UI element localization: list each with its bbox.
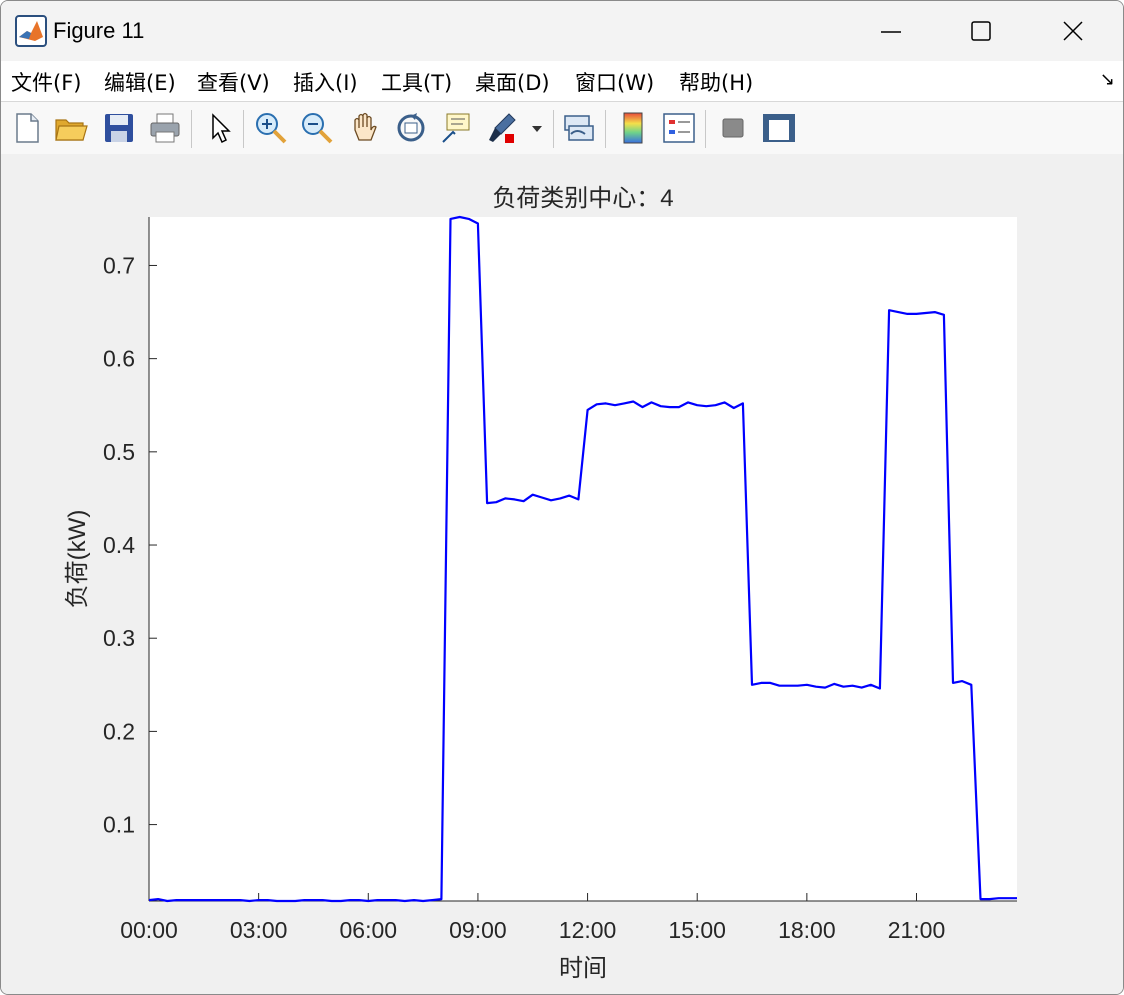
toolbar-separator <box>243 110 244 148</box>
maximize-button[interactable] <box>941 9 1021 53</box>
menu-insert[interactable]: 插入(I) <box>293 67 358 97</box>
open-folder-icon[interactable] <box>53 110 89 146</box>
x-tick-label: 18:00 <box>778 917 836 943</box>
y-tick-label: 0.1 <box>103 812 135 838</box>
toolbar-separator <box>605 110 606 148</box>
menu-edit[interactable]: 编辑(E) <box>104 67 176 97</box>
y-axis-label: 负荷(kW) <box>64 510 91 609</box>
chevron-down-icon[interactable] <box>529 110 545 146</box>
colorbar-icon[interactable] <box>615 110 651 146</box>
x-tick-label: 03:00 <box>230 917 288 943</box>
new-file-icon[interactable] <box>9 110 45 146</box>
y-tick-label: 0.7 <box>103 252 135 278</box>
dock-arrow-icon[interactable]: ↘ <box>1100 69 1115 90</box>
y-tick-label: 0.2 <box>103 718 135 744</box>
close-button[interactable] <box>1033 9 1113 53</box>
minimize-button[interactable] <box>851 9 931 53</box>
y-tick-label: 0.5 <box>103 439 135 465</box>
figure-window: Figure 11 文件(F) 编辑(E) 查看(V) 插入(I) 工具(T) … <box>0 0 1124 995</box>
minimize-icon <box>881 31 901 33</box>
toolbar-separator <box>705 110 706 148</box>
legend-icon[interactable] <box>661 110 697 146</box>
x-axis-label: 时间 <box>559 955 607 982</box>
figure-toolbar <box>1 101 1123 155</box>
y-tick-label: 0.4 <box>103 532 135 558</box>
print-icon[interactable] <box>147 110 183 146</box>
zoom-out-icon[interactable] <box>299 110 335 146</box>
zoom-in-icon[interactable] <box>253 110 289 146</box>
menu-help[interactable]: 帮助(H) <box>679 67 753 97</box>
menu-view[interactable]: 查看(V) <box>197 67 270 97</box>
y-tick-label: 0.6 <box>103 346 135 372</box>
chart-title: 负荷类别中心：4 <box>492 185 673 212</box>
close-icon <box>1063 21 1083 41</box>
rotate-3d-icon[interactable] <box>393 110 429 146</box>
x-tick-label: 12:00 <box>559 917 617 943</box>
hide-plot-tools-icon[interactable] <box>715 110 751 146</box>
title-bar[interactable]: Figure 11 <box>1 1 1123 61</box>
data-cursor-icon[interactable] <box>439 110 475 146</box>
x-tick-label: 21:00 <box>888 917 946 943</box>
toolbar-separator <box>191 110 192 148</box>
menu-file[interactable]: 文件(F) <box>11 67 81 97</box>
menu-bar: 文件(F) 编辑(E) 查看(V) 插入(I) 工具(T) 桌面(D) 窗口(W… <box>1 61 1123 101</box>
save-icon[interactable] <box>101 110 137 146</box>
line-chart[interactable]: 0.1 0.2 0.3 0.4 0.5 0.6 0.7 00:00 03:00 06:00 09:0… <box>1 154 1123 994</box>
link-plot-icon[interactable] <box>561 110 597 146</box>
brush-icon[interactable] <box>485 110 521 146</box>
show-plot-tools-icon[interactable] <box>761 110 797 146</box>
maximize-icon <box>971 21 991 41</box>
menu-window[interactable]: 窗口(W) <box>575 67 654 97</box>
toolbar-separator <box>553 110 554 148</box>
figure-canvas: 0.1 0.2 0.3 0.4 0.5 0.6 0.7 00:00 03:00 06:00 09:0… <box>1 154 1123 994</box>
x-tick-label: 00:00 <box>120 917 178 943</box>
matlab-logo-icon <box>15 15 47 47</box>
menu-desktop[interactable]: 桌面(D) <box>475 67 550 97</box>
window-title: Figure 11 <box>53 18 145 43</box>
x-tick-label: 09:00 <box>449 917 507 943</box>
plot-area <box>149 217 1017 901</box>
y-tick-label: 0.3 <box>103 625 135 651</box>
pointer-icon[interactable] <box>203 110 239 146</box>
x-tick-label: 06:00 <box>340 917 398 943</box>
pan-icon[interactable] <box>347 110 383 146</box>
menu-tools[interactable]: 工具(T) <box>381 67 452 97</box>
x-tick-label: 15:00 <box>668 917 726 943</box>
